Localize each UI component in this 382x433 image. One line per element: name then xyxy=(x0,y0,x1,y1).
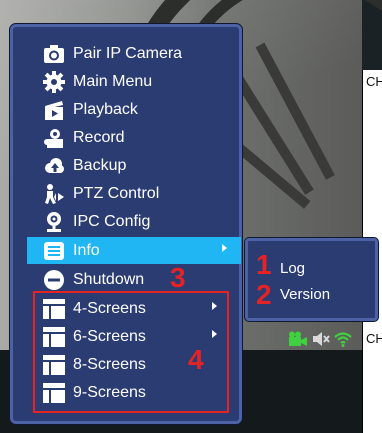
menu-item-label: Shutdown xyxy=(73,270,145,288)
status-icons xyxy=(288,330,352,348)
submenu-item-log[interactable]: Log xyxy=(280,260,305,277)
ptz-icon xyxy=(43,183,65,205)
menu-item-ptz-control[interactable]: PTZ Control xyxy=(27,180,231,207)
menu-item-playback[interactable]: Playback xyxy=(27,96,231,123)
cloud-upload-icon xyxy=(43,155,65,177)
video-camera-icon xyxy=(289,331,307,346)
menu-item-record[interactable]: Record xyxy=(27,124,231,151)
menu-item-ipc-config[interactable]: IPC Config xyxy=(27,208,231,235)
menu-item-backup[interactable]: Backup xyxy=(27,152,231,179)
power-icon xyxy=(43,269,65,291)
channel-label: CH xyxy=(366,331,382,346)
menu-item-label: PTZ Control xyxy=(73,184,160,202)
menu-item-label: Backup xyxy=(73,156,127,174)
ipc-config-icon xyxy=(43,211,65,233)
menu-item-main-menu[interactable]: Main Menu xyxy=(27,68,231,95)
camera-icon xyxy=(43,43,65,65)
submenu-arrow-icon xyxy=(222,244,227,252)
menu-item-label: Main Menu xyxy=(73,72,153,90)
annotation-number: 3 xyxy=(170,262,186,293)
menu-item-label: Info xyxy=(73,241,100,259)
info-submenu: 1 Log 2 Version xyxy=(245,238,378,321)
menu-item-label: Record xyxy=(73,128,125,146)
annotation-number: 2 xyxy=(256,279,272,310)
wifi-icon xyxy=(334,332,352,347)
annotation-number: 1 xyxy=(256,249,272,280)
channel-label: CH xyxy=(366,74,382,89)
menu-item-info[interactable]: Info xyxy=(27,237,241,264)
menu-item-shutdown[interactable]: Shutdown xyxy=(27,266,231,293)
menu-item-label: Pair IP Camera xyxy=(73,44,183,62)
speaker-muted-icon xyxy=(313,332,330,346)
menu-item-label: IPC Config xyxy=(73,212,151,230)
context-menu: Pair IP Camera Main Menu Playback Record… xyxy=(10,24,242,424)
record-icon xyxy=(43,127,65,149)
menu-item-label: Playback xyxy=(73,100,138,118)
gear-icon xyxy=(43,70,65,93)
info-icon xyxy=(43,240,65,262)
submenu-item-version[interactable]: Version xyxy=(280,286,330,303)
annotation-number: 4 xyxy=(188,344,204,375)
playback-icon xyxy=(43,99,65,121)
menu-item-pair-ip-camera[interactable]: Pair IP Camera xyxy=(27,40,231,67)
